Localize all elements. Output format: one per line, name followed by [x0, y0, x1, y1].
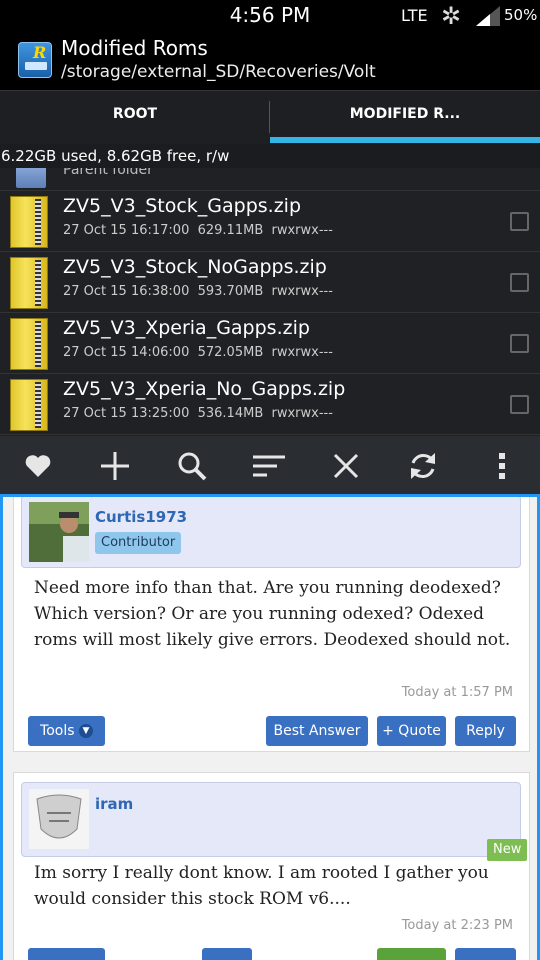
- post-author-box: Curtis1973 Contributor: [21, 497, 521, 568]
- post-author-box: iram: [21, 782, 521, 857]
- file-meta: 27 Oct 15 13:25:00 536.14MB rwxrwx---: [63, 406, 333, 421]
- post-action-button[interactable]: [377, 948, 446, 960]
- current-path: /storage/external_SD/Recoveries/Volt: [61, 62, 376, 82]
- zip-icon: [10, 318, 48, 370]
- storage-info: 6.22GB used, 8.62GB free, r/w: [0, 144, 540, 168]
- file-perms: rwxrwx---: [271, 406, 333, 421]
- file-meta: 27 Oct 15 16:38:00 593.70MB rwxrwx---: [63, 284, 333, 299]
- network-type: LTE: [401, 6, 428, 25]
- file-perms: rwxrwx---: [271, 223, 333, 238]
- folder-icon: [16, 168, 46, 188]
- avatar[interactable]: [29, 502, 89, 562]
- zip-icon: [10, 257, 48, 309]
- app-logo-icon[interactable]: R: [18, 42, 52, 78]
- user-role-badge: Contributor: [95, 532, 182, 554]
- file-row[interactable]: ZV5_V3_Xperia_No_Gapps.zip 27 Oct 15 13:…: [0, 374, 540, 435]
- file-name: ZV5_V3_Xperia_Gapps.zip: [63, 317, 310, 339]
- status-bar: 4:56 PM LTE ✲ 50%: [0, 0, 540, 32]
- file-perms: rwxrwx---: [271, 345, 333, 360]
- reply-button[interactable]: [455, 948, 516, 960]
- quote-button[interactable]: + Quote: [377, 716, 446, 746]
- parent-folder-label: Parent folder: [63, 168, 153, 178]
- plus-icon[interactable]: [95, 446, 135, 486]
- file-meta: 27 Oct 15 16:17:00 629.11MB rwxrwx---: [63, 223, 333, 238]
- forum-post: iram New Im sorry I really dont know. I …: [13, 772, 530, 960]
- file-perms: rwxrwx---: [271, 284, 333, 299]
- close-icon[interactable]: [326, 446, 366, 486]
- new-badge: New: [487, 839, 528, 861]
- file-list: Parent folder ZV5_V3_Stock_Gapps.zip 27 …: [0, 168, 540, 436]
- parent-folder-row[interactable]: Parent folder: [0, 168, 540, 191]
- file-name: ZV5_V3_Stock_NoGapps.zip: [63, 256, 327, 278]
- post-time[interactable]: Today at 2:23 PM: [402, 918, 513, 933]
- file-size: 536.14MB: [197, 406, 264, 421]
- file-date: 27 Oct 15 14:06:00: [63, 345, 190, 360]
- file-meta: 27 Oct 15 14:06:00 572.05MB rwxrwx---: [63, 345, 333, 360]
- best-answer-button[interactable]: Best Answer: [266, 716, 368, 746]
- post-username[interactable]: iram: [95, 795, 133, 813]
- zip-icon: [10, 196, 48, 248]
- forum-post: Curtis1973 Contributor Need more info th…: [13, 497, 530, 752]
- tools-button[interactable]: Tools ▼: [28, 716, 105, 746]
- file-size: 629.11MB: [197, 223, 264, 238]
- file-size: 593.70MB: [197, 284, 264, 299]
- signal-icon: [476, 6, 500, 26]
- forum-webview[interactable]: Curtis1973 Contributor Need more info th…: [0, 494, 540, 960]
- sort-icon[interactable]: [249, 446, 289, 486]
- file-row[interactable]: ZV5_V3_Stock_Gapps.zip 27 Oct 15 16:17:0…: [0, 191, 540, 252]
- chevron-down-icon: ▼: [78, 724, 93, 738]
- search-icon[interactable]: [172, 446, 212, 486]
- file-date: 27 Oct 15 16:17:00: [63, 223, 190, 238]
- post-action-button[interactable]: [202, 948, 252, 960]
- more-icon[interactable]: [482, 446, 522, 486]
- heart-icon[interactable]: [18, 446, 58, 486]
- bottom-toolbar: [0, 436, 540, 494]
- zip-icon: [10, 379, 48, 431]
- app-bar: R Modified Roms /storage/external_SD/Rec…: [0, 32, 540, 90]
- active-tab-indicator: [270, 137, 540, 143]
- post-text: Need more info than that. Are you runnin…: [34, 578, 511, 650]
- tab-modified-roms[interactable]: MODIFIED R...: [270, 91, 540, 141]
- reply-button[interactable]: Reply: [455, 716, 516, 746]
- tools-button-label: Tools: [40, 723, 75, 739]
- file-checkbox[interactable]: [510, 273, 529, 292]
- post-text: Im sorry I really dont know. I am rooted…: [34, 863, 489, 909]
- tab-bar: ROOT MODIFIED R...: [0, 90, 540, 144]
- post-username[interactable]: Curtis1973: [95, 508, 187, 526]
- file-row[interactable]: ZV5_V3_Stock_NoGapps.zip 27 Oct 15 16:38…: [0, 252, 540, 313]
- battery-level: 50%: [504, 6, 538, 24]
- file-date: 27 Oct 15 13:25:00: [63, 406, 190, 421]
- file-row[interactable]: ZV5_V3_Xperia_Gapps.zip 27 Oct 15 14:06:…: [0, 313, 540, 374]
- avatar[interactable]: [29, 789, 89, 849]
- file-checkbox[interactable]: [510, 395, 529, 414]
- file-checkbox[interactable]: [510, 212, 529, 231]
- file-date: 27 Oct 15 16:38:00: [63, 284, 190, 299]
- post-time[interactable]: Today at 1:57 PM: [402, 685, 513, 700]
- file-name: ZV5_V3_Stock_Gapps.zip: [63, 195, 302, 217]
- tab-root[interactable]: ROOT: [0, 91, 270, 141]
- sync-icon: ✲: [441, 2, 462, 30]
- refresh-icon[interactable]: [403, 446, 443, 486]
- app-title: Modified Roms: [61, 36, 208, 60]
- file-name: ZV5_V3_Xperia_No_Gapps.zip: [63, 378, 346, 400]
- file-checkbox[interactable]: [510, 334, 529, 353]
- tools-button[interactable]: [28, 948, 105, 960]
- file-size: 572.05MB: [197, 345, 264, 360]
